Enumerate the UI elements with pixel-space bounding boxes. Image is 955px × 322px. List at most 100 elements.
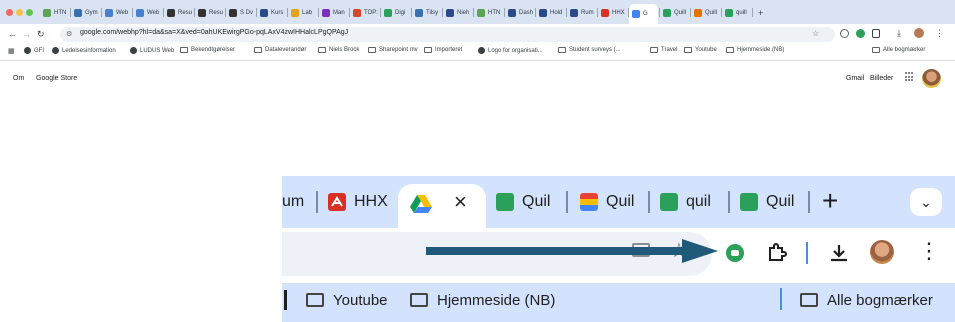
bookmark-item[interactable]: Logo for organisati... (478, 47, 543, 54)
reload-icon[interactable]: ↻ (37, 27, 45, 41)
google-apps-icon[interactable] (905, 72, 915, 82)
bookmark-item[interactable]: Ledelsesinformation (52, 47, 116, 54)
bookmark-item[interactable]: Hjemmeside (NB) (726, 47, 784, 53)
bookmark-edge-fragment (284, 290, 287, 310)
bookmark-star-icon[interactable]: ☆ (812, 29, 819, 38)
bookmark-item[interactable]: Importeret (424, 47, 462, 53)
zoomed-tab-quill-3[interactable]: quil (660, 189, 711, 215)
tab-item[interactable]: Hold (536, 4, 565, 21)
close-tab-icon[interactable]: × (454, 189, 467, 215)
tab-label: Gym (85, 9, 98, 16)
tab-item[interactable]: Web (102, 4, 131, 21)
bookmark-label: Sharepoint mv (379, 47, 418, 53)
tab-label: Web (147, 9, 160, 16)
tab-item[interactable]: quill (722, 4, 751, 21)
bookmark-item[interactable]: Student surveys (... (558, 47, 621, 53)
zoomed-tab-quill-1[interactable]: Quil (496, 189, 550, 215)
globe-icon (43, 8, 51, 17)
bookmark-item[interactable]: Niels Brock (318, 47, 359, 53)
folder-icon (800, 293, 818, 307)
zoomed-tab-quill-2[interactable]: Quil (580, 189, 634, 215)
about-link[interactable]: Om (13, 75, 24, 82)
lectio-icon (508, 8, 516, 17)
bookmark-item[interactable]: Dataleverandør (254, 47, 306, 53)
bookmark-item[interactable]: Youtube (684, 47, 717, 53)
download-icon[interactable] (828, 242, 850, 264)
tab-item[interactable]: HHX (598, 4, 627, 21)
forward-icon[interactable]: → (22, 27, 31, 41)
menu-kebab-icon[interactable]: ⋮ (918, 238, 940, 264)
menu-kebab-icon[interactable]: ⋮ (935, 28, 944, 39)
new-tab-button[interactable]: + (755, 4, 766, 21)
extensions-puzzle-icon[interactable] (872, 29, 880, 38)
extensions-puzzle-icon[interactable] (766, 242, 788, 264)
tab-item[interactable]: Quill (691, 4, 720, 21)
tab-item[interactable]: Kurs (257, 4, 286, 21)
minimize-window-button[interactable] (16, 9, 23, 16)
tab-item[interactable]: Resu (164, 4, 193, 21)
tab-item[interactable]: Quill (660, 4, 689, 21)
tab-item[interactable]: Man (319, 4, 348, 21)
tab-label: Resu (178, 9, 193, 16)
apps-grid-small-icon[interactable]: ▦ (8, 47, 15, 55)
github-icon (198, 8, 206, 17)
tab-separator (752, 8, 753, 17)
all-bookmarks-button[interactable]: Alle bogmærker (800, 287, 933, 313)
maximize-window-button[interactable] (26, 9, 33, 16)
folder-icon (368, 47, 376, 53)
back-icon[interactable]: ← (8, 27, 17, 41)
zoomed-tab-quill-4[interactable]: Quil (740, 189, 794, 215)
quillbot-extension-icon[interactable] (856, 29, 865, 38)
tab-separator (316, 191, 318, 213)
lab-icon (291, 8, 299, 17)
tab-item[interactable]: Tilsy (412, 4, 441, 21)
tab-item[interactable]: Resu (195, 4, 224, 21)
bookmark-item[interactable]: Bekendtgørelser (180, 47, 235, 53)
bookmark-youtube[interactable]: Youtube (306, 287, 388, 313)
tab-item[interactable]: HTN (474, 4, 503, 21)
tab-item[interactable]: Web (133, 4, 162, 21)
tab-label: S Dv (240, 9, 254, 16)
tab-item[interactable]: Dash (505, 4, 534, 21)
tab-item[interactable]: Lab (288, 4, 317, 21)
tab-label: Nieh (457, 9, 470, 16)
pointer-arrow (426, 239, 718, 263)
tab-label: Quill (674, 9, 687, 16)
bookmark-label: Youtube (695, 47, 717, 53)
close-window-button[interactable] (6, 9, 13, 16)
extension-icon[interactable] (840, 29, 849, 38)
tab-search-button[interactable]: ⌄ (910, 188, 942, 216)
lectio-icon (260, 8, 268, 17)
all-bookmarks-small[interactable]: Alle bogmærker (872, 47, 925, 53)
tab-item[interactable]: Nieh (443, 4, 472, 21)
profile-avatar-small[interactable] (914, 28, 924, 38)
google-account-avatar[interactable] (922, 69, 941, 88)
tab-item[interactable]: G (629, 4, 658, 24)
profile-avatar[interactable] (870, 240, 894, 264)
new-tab-button[interactable]: + (822, 185, 838, 217)
site-settings-icon[interactable]: ⚙ (66, 30, 72, 38)
bookmark-item[interactable]: Sharepoint mv (368, 47, 418, 53)
tab-label: Quil (522, 193, 551, 210)
zoomed-tab-partial[interactable]: um (282, 189, 304, 215)
quillbot-extension-icon[interactable] (725, 243, 745, 263)
bookmark-item[interactable]: LUDUS Web (130, 47, 174, 54)
gmail-link[interactable]: Gmail (846, 75, 864, 82)
images-link[interactable]: Billeder (870, 75, 893, 82)
download-icon[interactable]: ⤓ (897, 28, 901, 39)
tab-item[interactable]: Gym (71, 4, 100, 21)
bookmark-item[interactable]: GFI (24, 47, 44, 54)
tab-label: Web (116, 9, 129, 16)
bookmark-label: Bekendtgørelser (191, 47, 236, 53)
bookmark-hjemmeside[interactable]: Hjemmeside (NB) (410, 287, 555, 313)
bookmark-item[interactable]: Travel (650, 47, 677, 53)
tab-item[interactable]: S Dv (226, 4, 255, 21)
tab-item[interactable]: HTN (40, 4, 69, 21)
tab-label: Tilsy (426, 9, 439, 16)
zoomed-tab-hhx[interactable]: HHX (328, 189, 388, 215)
bookmark-label: Importeret (435, 47, 463, 53)
google-store-link[interactable]: Google Store (36, 75, 77, 82)
tab-item[interactable]: Rum (567, 4, 596, 21)
tab-item[interactable]: Digi (381, 4, 410, 21)
tab-item[interactable]: TOP: (350, 4, 379, 21)
